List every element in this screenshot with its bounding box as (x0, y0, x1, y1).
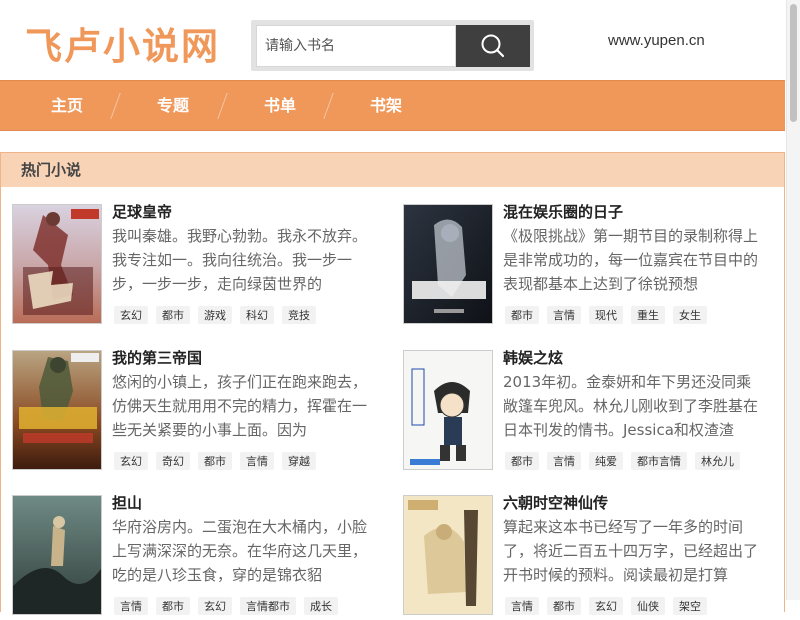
nav-item-booklists[interactable]: 书单 (264, 81, 296, 130)
nav-item-home[interactable]: 主页 (51, 81, 83, 130)
site-url: www.yupen.cn (608, 32, 705, 49)
book-cover[interactable] (403, 350, 493, 470)
tag[interactable]: 都市 (156, 306, 190, 324)
book-tags: 都市 言情 纯爱 都市言情 林允儿 (505, 450, 748, 470)
tag[interactable]: 纯爱 (589, 452, 623, 470)
tag[interactable]: 玄幻 (114, 452, 148, 470)
book-cover[interactable] (12, 495, 102, 615)
tag[interactable]: 言情 (547, 306, 581, 324)
book-description: 2013年初。金泰妍和年下男还没同乘敞篷车兜风。林允儿刚收到了李胜基在日本刊发的… (503, 373, 759, 439)
nav-divider (217, 93, 228, 119)
book-cover[interactable] (403, 204, 493, 324)
tag[interactable]: 林允儿 (695, 452, 740, 470)
book-card: 韩娱之炫 2013年初。金泰妍和年下男还没同乘敞篷车兜风。林允儿刚收到了李胜基在… (403, 347, 773, 475)
book-description: 算起来这本书已经写了一年多的时间了，将近二百五十四万字，已经超出了开书时候的预料… (503, 518, 759, 584)
tag[interactable]: 言情 (547, 452, 581, 470)
book-title[interactable]: 我的第三帝国 (112, 347, 202, 368)
book-card: 混在娱乐圈的日子 《极限挑战》第一期节目的录制称得上是非常成功的，每一位嘉宾在节… (403, 201, 773, 329)
site-header: 飞卢小说网 www.yupen.cn (0, 0, 786, 80)
book-description: 华府浴房内。二蛋泡在大木桶内，小脸上写满深深的无奈。在华府这几天里，吃的是八珍玉… (112, 518, 368, 584)
main-nav: 主页 专题 书单 书架 (0, 80, 785, 131)
book-title[interactable]: 担山 (112, 492, 142, 513)
nav-divider (110, 93, 121, 119)
nav-divider (323, 93, 334, 119)
tag[interactable]: 奇幻 (156, 452, 190, 470)
tag[interactable]: 重生 (631, 306, 665, 324)
tag[interactable]: 都市 (505, 452, 539, 470)
tag[interactable]: 都市 (505, 306, 539, 324)
book-cover[interactable] (12, 204, 102, 324)
nav-item-topics[interactable]: 专题 (157, 81, 189, 130)
book-title[interactable]: 六朝时空神仙传 (503, 492, 608, 513)
scrollbar-thumb[interactable] (790, 4, 797, 122)
tag[interactable]: 言情 (240, 452, 274, 470)
book-tags: 都市 言情 现代 重生 女生 (505, 304, 715, 324)
book-cover[interactable] (12, 350, 102, 470)
tag[interactable]: 都市言情 (631, 452, 687, 470)
book-description: 悠闲的小镇上，孩子们正在跑来跑去，仿佛天生就用用不完的精力，挥霍在一些无关紧要的… (112, 373, 368, 439)
book-title[interactable]: 足球皇帝 (112, 201, 172, 222)
book-description: 《极限挑战》第一期节目的录制称得上是非常成功的，每一位嘉宾在节目中的表现都基本上… (503, 227, 759, 293)
book-title[interactable]: 混在娱乐圈的日子 (503, 201, 623, 222)
section-title: 热门小说 (1, 153, 784, 187)
book-card: 担山 华府浴房内。二蛋泡在大木桶内，小脸上写满深深的无奈。在华府这几天里，吃的是… (12, 492, 382, 620)
book-tags: 言情 都市 玄幻 仙侠 架空 (505, 595, 715, 615)
book-tags: 言情 都市 玄幻 言情都市 成长 (114, 595, 346, 615)
tag[interactable]: 穿越 (282, 452, 316, 470)
book-card: 六朝时空神仙传 算起来这本书已经写了一年多的时间了，将近二百五十四万字，已经超出… (403, 492, 773, 620)
tag[interactable]: 玄幻 (114, 306, 148, 324)
book-title[interactable]: 韩娱之炫 (503, 347, 563, 368)
vertical-scrollbar[interactable] (786, 0, 800, 600)
hot-novels-section: 热门小说 足球皇帝 我叫秦雄。我野心勃勃。我永不放弃。我专注如一。我向往统治。我… (0, 152, 785, 615)
tag[interactable]: 游戏 (198, 306, 232, 324)
book-cover[interactable] (403, 495, 493, 615)
tag[interactable]: 女生 (673, 306, 707, 324)
book-tags: 玄幻 都市 游戏 科幻 竞技 (114, 304, 324, 324)
search-button[interactable] (456, 25, 530, 67)
book-card: 足球皇帝 我叫秦雄。我野心勃勃。我永不放弃。我专注如一。我向往统治。我一步一步，… (12, 201, 382, 329)
nav-item-bookshelf[interactable]: 书架 (370, 81, 402, 130)
tag[interactable]: 现代 (589, 306, 623, 324)
tag[interactable]: 竞技 (282, 306, 316, 324)
search-input[interactable] (256, 25, 456, 67)
site-logo[interactable]: 飞卢小说网 (25, 16, 220, 70)
book-tags: 玄幻 奇幻 都市 言情 穿越 (114, 450, 324, 470)
tag[interactable]: 科幻 (240, 306, 274, 324)
search-bar (251, 20, 534, 71)
book-description: 我叫秦雄。我野心勃勃。我永不放弃。我专注如一。我向往统治。我一步一步，一步一步，… (112, 227, 368, 293)
book-card: 我的第三帝国 悠闲的小镇上，孩子们正在跑来跑去，仿佛天生就用用不完的精力，挥霍在… (12, 347, 382, 475)
tag[interactable]: 都市 (198, 452, 232, 470)
search-icon (481, 34, 505, 58)
